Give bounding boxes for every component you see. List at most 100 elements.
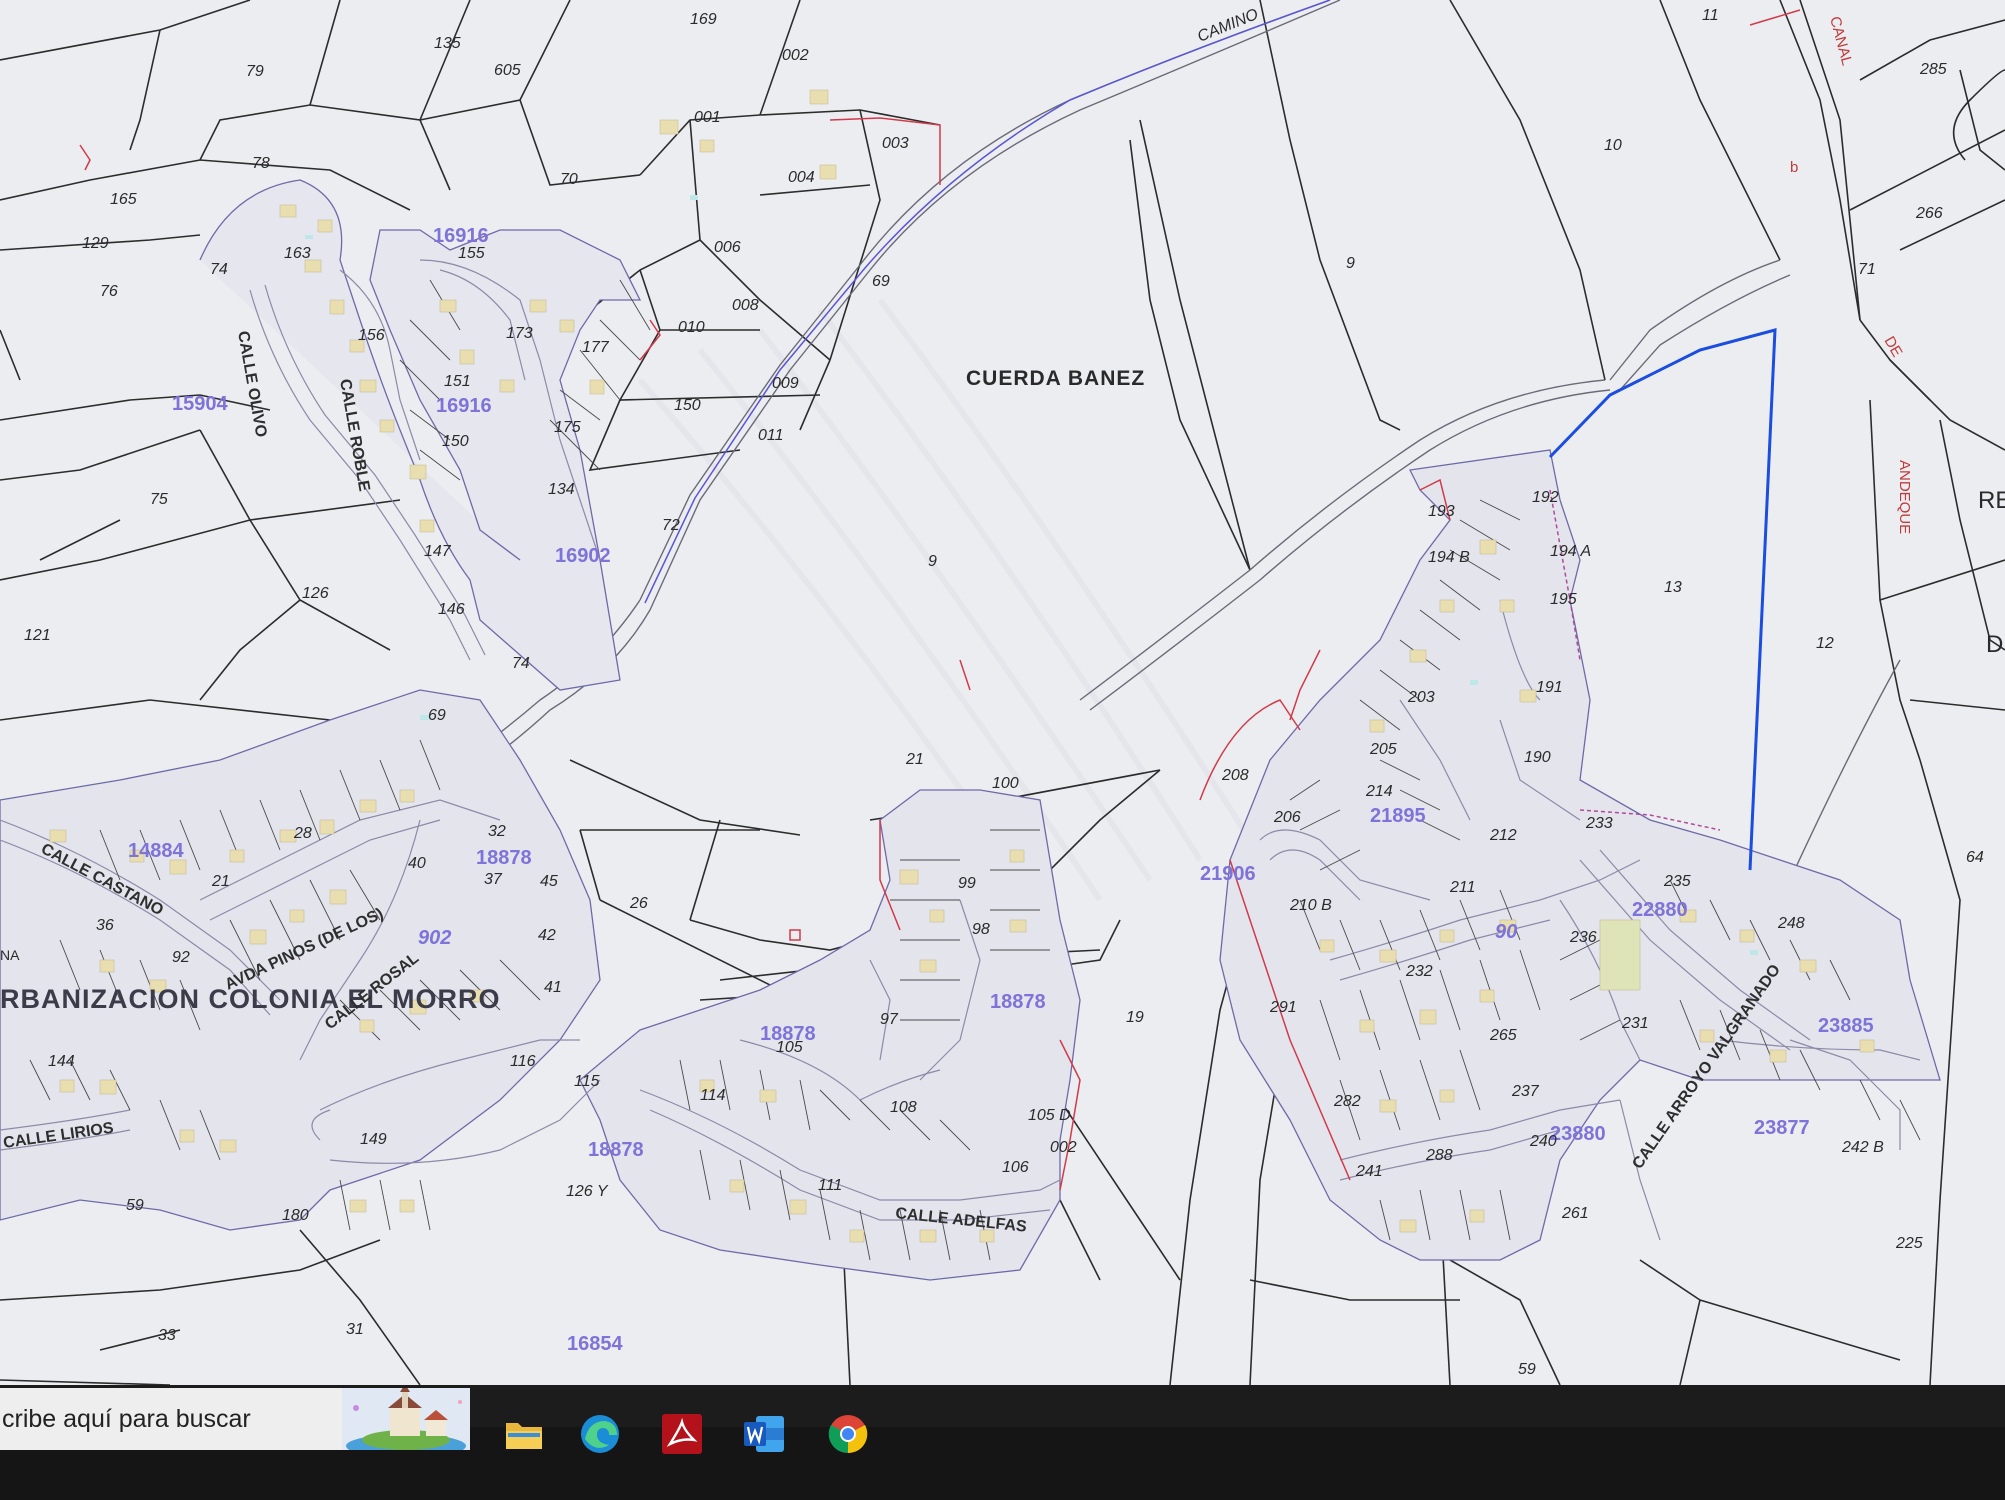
parcel-number: 114 (700, 1087, 726, 1104)
parcel-number: 291 (1269, 999, 1297, 1016)
parcel-number: 266 (1915, 205, 1943, 222)
cadastral-id: 16916 (436, 395, 492, 417)
file-explorer-icon[interactable] (500, 1410, 548, 1458)
red-label: ANDEQUE (1896, 460, 1913, 534)
parcel-number: 100 (992, 775, 1019, 792)
parcel-number: 69 (872, 273, 890, 290)
parcel-number: 36 (96, 917, 114, 934)
parcel-number: 116 (510, 1053, 536, 1070)
parcel-number: 40 (408, 855, 426, 872)
acrobat-icon[interactable] (658, 1410, 706, 1458)
parcel-number: 69 (428, 707, 446, 724)
parcel-number: 99 (958, 875, 976, 892)
parcel-number: 126 Y (566, 1183, 609, 1200)
parcel-number: 126 (302, 585, 329, 602)
red-label: b (1790, 159, 1798, 176)
parcel-number: 21 (905, 751, 924, 768)
parcel-number: 205 (1369, 741, 1397, 758)
parcel-number: 288 (1425, 1147, 1453, 1164)
parcel-number: 208 (1221, 767, 1249, 784)
edge-label: NA (0, 947, 20, 963)
parcel-number: 28 (293, 825, 312, 842)
parcel-number: 195 (1550, 591, 1577, 608)
parcel-number: 190 (1524, 749, 1551, 766)
parcel-number: 9 (1346, 255, 1355, 272)
parcel-number: 105 (776, 1039, 803, 1056)
parcel-number: 78 (252, 155, 270, 172)
chrome-icon[interactable] (824, 1410, 872, 1458)
area-label: CUERDA BANEZ (966, 367, 1145, 390)
parcel-number: 206 (1273, 809, 1301, 826)
parcel-number: 002 (782, 47, 809, 64)
parcel-number: 149 (360, 1131, 387, 1148)
cadastral-id: 14884 (128, 840, 184, 862)
parcel-number: 175 (554, 419, 581, 436)
parcel-number: 192 (1532, 489, 1559, 506)
parcel-number: 173 (506, 325, 533, 342)
parcel-number: 233 (1585, 815, 1613, 832)
parcel-number: 26 (629, 895, 648, 912)
parcel-number: 129 (82, 235, 109, 252)
parcel-number: 41 (544, 979, 562, 996)
parcel-number: 006 (714, 239, 741, 256)
cadastral-id: 16902 (555, 545, 611, 567)
parcel-number: 003 (882, 135, 909, 152)
search-placeholder: cribe aquí para buscar (2, 1405, 251, 1433)
cadastral-map[interactable]: CUERDA BANEZ RBANIZACION COLONIA EL MORR… (0, 0, 2005, 1385)
parcel-number: 59 (1518, 1361, 1536, 1378)
parcel-number: 146 (438, 601, 465, 618)
parcel-number: 10 (1604, 137, 1622, 154)
parcel-number: 232 (1405, 963, 1433, 980)
parcel-number: 002 (1050, 1139, 1077, 1156)
parcel-number: 147 (424, 543, 452, 560)
monitor-screen: CUERDA BANEZ RBANIZACION COLONIA EL MORR… (0, 0, 2005, 1500)
cadastral-id: 16916 (433, 225, 489, 247)
parcel-number: 282 (1333, 1093, 1361, 1110)
parcel-number: 240 (1529, 1133, 1557, 1150)
parcel-number: 236 (1569, 929, 1597, 946)
parcel-number: 121 (24, 627, 51, 644)
edge-icon[interactable] (576, 1410, 624, 1458)
parcel-number: 33 (158, 1327, 176, 1344)
parcel-number: 191 (1536, 679, 1563, 696)
parcel-number: 74 (512, 655, 530, 672)
search-highlight-illustration[interactable] (342, 1388, 470, 1450)
cadastral-id: 21906 (1200, 863, 1256, 885)
parcel-number: 19 (1126, 1009, 1144, 1026)
parcel-number: 163 (284, 245, 311, 262)
parcel-number: 13 (1664, 579, 1682, 596)
parcel-number: 150 (442, 433, 469, 450)
parcel-number: 71 (1858, 261, 1876, 278)
cadastral-id: 90 (1495, 921, 1517, 943)
parcel-number: 105 D (1028, 1107, 1071, 1124)
cadastral-id: 18878 (476, 847, 532, 869)
parcel-number: 72 (662, 517, 680, 534)
parcel-number: 212 (1489, 827, 1517, 844)
word-icon[interactable] (740, 1410, 788, 1458)
parcel-number: 37 (484, 871, 503, 888)
parcel-number: 11 (1702, 7, 1719, 24)
parcel-number: 010 (678, 319, 705, 336)
edge-label: D (1986, 631, 2003, 658)
parcel-number: 31 (346, 1321, 364, 1338)
parcel-number: 225 (1895, 1235, 1923, 1252)
parcel-number: 248 (1777, 915, 1805, 932)
parcel-number: 106 (1002, 1159, 1029, 1176)
parcel-number: 203 (1407, 689, 1435, 706)
parcel-number: 261 (1561, 1205, 1589, 1222)
parcel-number: 180 (282, 1207, 309, 1224)
parcel-number: 211 (1449, 879, 1476, 896)
parcel-number: 156 (358, 327, 385, 344)
edge-label: RE (1978, 487, 2005, 514)
parcel-number: 92 (172, 949, 190, 966)
parcel-number: 285 (1919, 61, 1947, 78)
parcel-number: 165 (110, 191, 137, 208)
parcel-number: 231 (1621, 1015, 1649, 1032)
parcel-number: 74 (210, 261, 228, 278)
parcel-number: 75 (150, 491, 168, 508)
parcel-number: 242 B (1841, 1139, 1884, 1156)
parcel-number: 97 (880, 1011, 899, 1028)
parcel-number: 108 (890, 1099, 917, 1116)
cadastral-id: 21895 (1370, 805, 1426, 827)
parcel-number: 111 (818, 1177, 842, 1194)
